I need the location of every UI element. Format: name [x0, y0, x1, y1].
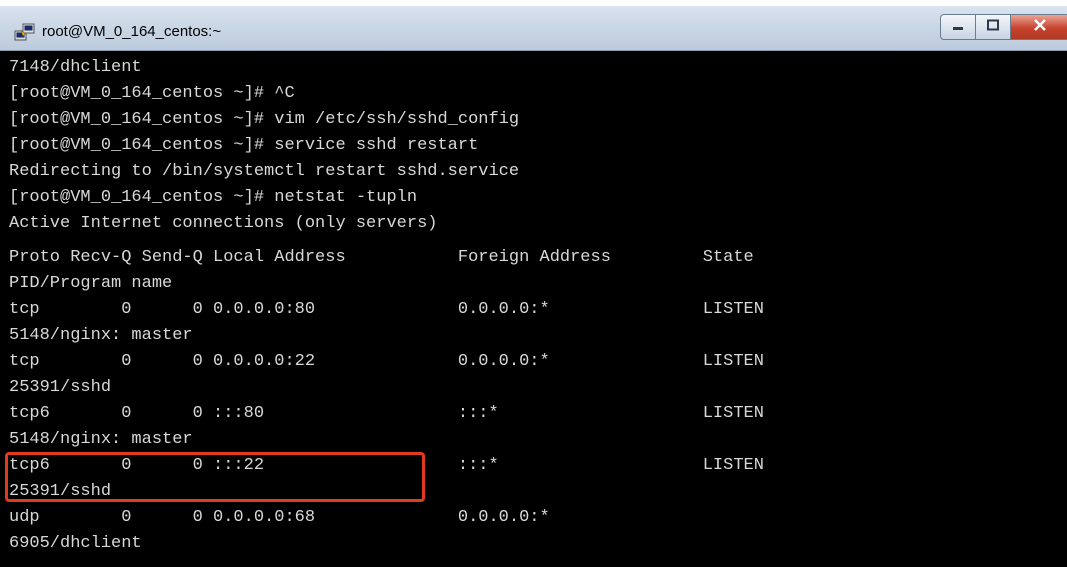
maximize-icon — [986, 18, 1000, 36]
terminal-line: [root@VM_0_164_centos ~]# netstat -tupln — [9, 188, 418, 207]
terminal-output[interactable]: 7148/dhclient [root@VM_0_164_centos ~]# … — [0, 51, 1067, 567]
terminal-line: [root@VM_0_164_centos ~]# service sshd r… — [9, 136, 479, 155]
terminal-line: tcp6 0 0 :::80 :::* LISTEN — [9, 404, 764, 423]
close-icon — [1033, 18, 1047, 36]
terminal-line: PID/Program name — [9, 274, 173, 293]
title-bar[interactable]: root@VM_0_164_centos:~ — [0, 0, 1067, 51]
terminal-line: 5148/nginx: master — [9, 326, 193, 345]
terminal-window: root@VM_0_164_centos:~ 7148/dhclient [ro… — [0, 0, 1067, 567]
terminal-line: Proto Recv-Q Send-Q Local Address Foreig… — [9, 248, 754, 267]
terminal-line: [root@VM_0_164_centos ~]# vim /etc/ssh/s… — [9, 110, 520, 129]
maximize-button[interactable] — [975, 14, 1011, 40]
terminal-line: 25391/sshd — [9, 378, 112, 397]
terminal-line: udp 0 0 0.0.0.0:68 0.0.0.0:* — [9, 508, 550, 527]
terminal-line: [root@VM_0_164_centos ~]# ^C — [9, 84, 295, 103]
terminal-line: 6905/dhclient — [9, 534, 142, 553]
highlight-annotation — [5, 452, 425, 502]
terminal-line: 5148/nginx: master — [9, 430, 193, 449]
terminal-line: 7148/dhclient — [9, 58, 142, 77]
terminal-line: tcp 0 0 0.0.0.0:22 0.0.0.0:* LISTEN — [9, 352, 764, 371]
minimize-icon — [951, 18, 965, 36]
putty-icon[interactable] — [14, 22, 36, 42]
terminal-line: Active Internet connections (only server… — [9, 214, 438, 233]
window-title: root@VM_0_164_centos:~ — [42, 23, 222, 40]
close-button[interactable] — [1010, 14, 1067, 40]
terminal-line: tcp 0 0 0.0.0.0:80 0.0.0.0:* LISTEN — [9, 300, 764, 319]
terminal-line: Redirecting to /bin/systemctl restart ss… — [9, 162, 520, 181]
minimize-button[interactable] — [940, 14, 976, 40]
